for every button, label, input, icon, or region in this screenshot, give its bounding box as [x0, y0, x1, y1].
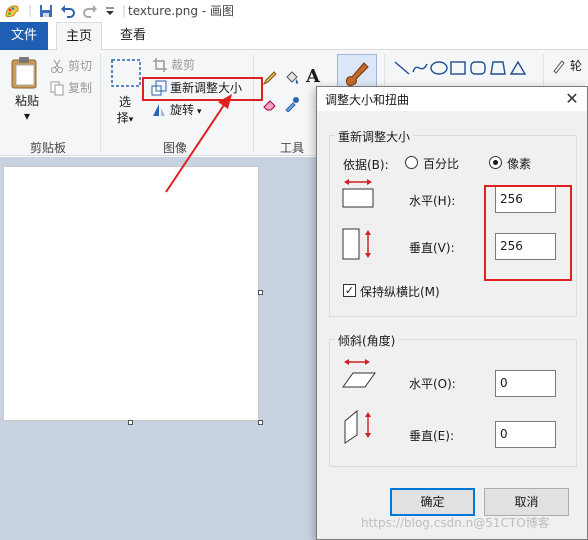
tools-group-label: 工具	[280, 141, 305, 155]
skew-horizontal-icon	[342, 359, 376, 388]
save-icon[interactable]	[38, 3, 54, 19]
select-icon	[111, 59, 141, 87]
pixels-label: 像素	[507, 157, 532, 171]
copy-icon	[50, 81, 64, 95]
skew-vertical-icon	[344, 409, 371, 444]
group-separator	[253, 54, 254, 152]
cut-button[interactable]: 剪切	[49, 56, 92, 76]
skew-horizontal-input[interactable]: 0	[495, 370, 556, 397]
dialog-title: 调整大小和扭曲	[325, 93, 410, 107]
crop-icon	[153, 57, 167, 72]
clipboard-group-label: 剪贴板	[30, 141, 67, 155]
outline-button[interactable]: 轮	[551, 56, 582, 76]
dialog-titlebar[interactable]: 调整大小和扭曲 ✕	[317, 87, 587, 111]
canvas-resize-handle-corner[interactable]	[258, 420, 263, 425]
cancel-button[interactable]: 取消	[484, 488, 569, 516]
drawing-canvas[interactable]	[3, 166, 259, 421]
annotation-arrow-icon	[165, 94, 232, 193]
resize-vertical-icon	[342, 228, 371, 260]
paste-icon	[11, 57, 37, 89]
color-picker-icon[interactable]	[284, 96, 300, 112]
ok-button[interactable]: 确定	[390, 488, 475, 516]
title-bar: texture.png - 画图	[0, 0, 588, 22]
text-tool-icon[interactable]: A	[306, 66, 320, 87]
select-dropdown-arrow-icon: ▾	[128, 115, 134, 125]
resize-vertical-label: 垂直(V):	[409, 241, 455, 255]
pixels-radio[interactable]	[489, 156, 502, 169]
window-title: texture.png - 画图	[128, 4, 234, 18]
copy-button[interactable]: 复制	[49, 78, 92, 98]
annotation-highlight-size-fields	[484, 185, 572, 281]
skew-heading: 倾斜(角度)	[335, 332, 399, 349]
outline-label: 轮	[570, 59, 583, 73]
brush-icon	[345, 62, 369, 86]
keep-ratio-label: 保持纵横比(M)	[360, 285, 440, 299]
scissors-icon	[51, 59, 63, 73]
outline-icon	[553, 59, 565, 74]
separator-icon	[29, 5, 31, 17]
select-button[interactable]: 选 择▾	[110, 94, 140, 128]
skew-horizontal-label: 水平(O):	[409, 377, 456, 391]
resize-horizontal-label: 水平(H):	[409, 194, 456, 208]
tab-view[interactable]: 查看	[110, 22, 156, 50]
canvas-resize-handle-bottom[interactable]	[128, 420, 133, 425]
skew-vertical-input[interactable]: 0	[495, 421, 556, 448]
resize-heading: 重新调整大小	[335, 128, 414, 145]
percent-label: 百分比	[423, 157, 460, 171]
resize-by-label: 依据(B):	[343, 158, 389, 172]
select-label-1: 选	[118, 95, 131, 109]
cut-label: 剪切	[68, 59, 93, 73]
redo-icon[interactable]	[82, 3, 98, 19]
tab-file[interactable]: 文件	[0, 22, 48, 50]
close-icon[interactable]: ✕	[557, 87, 587, 111]
paste-button[interactable]: 粘贴 ▾	[9, 92, 45, 123]
ribbon-tab-row: 文件 主页 查看	[0, 22, 588, 51]
resize-skew-dialog: 调整大小和扭曲 ✕ 重新调整大小 依据(B): 百分比 像素 水平(H): 25…	[316, 86, 588, 540]
paste-dropdown-arrow: ▾	[23, 109, 31, 123]
undo-icon[interactable]	[60, 3, 76, 19]
group-separator	[100, 54, 101, 152]
pencil-icon[interactable]	[262, 70, 278, 86]
fill-bucket-icon[interactable]	[284, 70, 300, 86]
copy-label: 复制	[68, 81, 93, 95]
keep-ratio-checkbox[interactable]: ✓	[343, 284, 356, 297]
paint-app-icon	[5, 5, 19, 18]
select-label-2: 择	[116, 111, 129, 125]
watermark: https://blog.csdn.n@51CTO博客	[361, 516, 550, 530]
percent-radio[interactable]	[405, 156, 418, 169]
paste-label: 粘贴	[14, 94, 39, 108]
resize-horizontal-icon	[342, 179, 374, 208]
tab-home[interactable]: 主页	[56, 22, 102, 51]
skew-vertical-label: 垂直(E):	[409, 429, 454, 443]
crop-button[interactable]: 裁剪	[152, 55, 195, 75]
canvas-resize-handle-right[interactable]	[258, 290, 263, 295]
eraser-icon[interactable]	[262, 96, 278, 112]
crop-label: 裁剪	[171, 58, 196, 72]
